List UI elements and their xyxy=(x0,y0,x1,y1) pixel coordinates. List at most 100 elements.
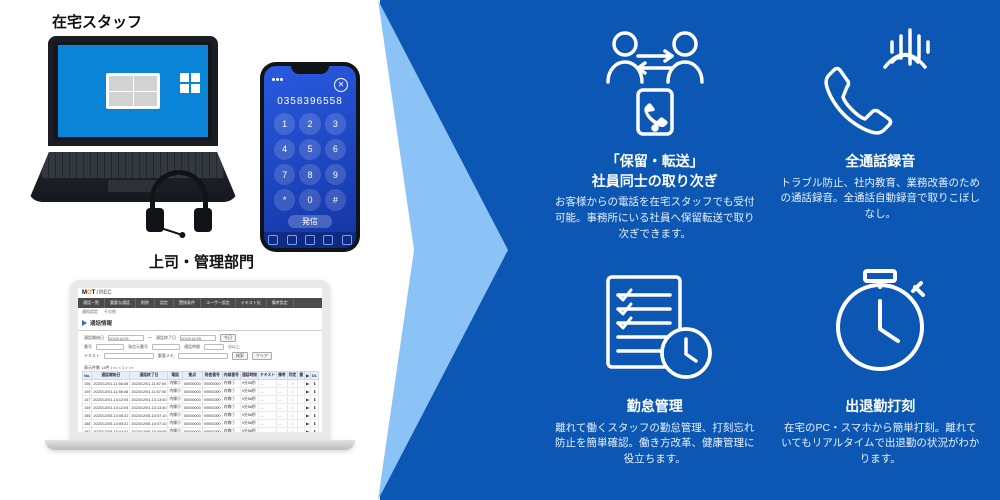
tab[interactable]: 備考設定 xyxy=(267,298,294,308)
phone-nav-icon[interactable] xyxy=(287,235,297,245)
location-label-staff-text: 在宅スタッフ xyxy=(52,11,142,32)
memo-input[interactable] xyxy=(178,353,228,359)
phone-key[interactable]: 6 xyxy=(325,139,346,160)
feature-title: 出退勤打刻 xyxy=(845,397,915,417)
phone-nav-icon[interactable] xyxy=(305,235,315,245)
tab[interactable]: テキスト化 xyxy=(236,298,267,308)
table-row[interactable]: 1092023/12/01-11:56:082023/12/01-11:57:0… xyxy=(83,388,319,396)
table-header[interactable]: 判定 xyxy=(287,372,298,380)
left-panel: 在宅スタッフ ✕ 0358396558 xyxy=(0,0,380,500)
phone-key[interactable]: * xyxy=(274,189,295,210)
table-header[interactable]: 備考 xyxy=(277,372,288,380)
feature-hold-transfer: 「保留・転送」社員同士の取り次ぎ お客様からの電話を在宅スタッフでも受付可能。事… xyxy=(555,12,755,243)
subtab[interactable]: その他 xyxy=(104,309,116,315)
feature-desc: 在宅のPC・スマホから簡単打刻。離れていてもリアルタイムで出退勤の状況がわかりま… xyxy=(781,421,981,468)
phone-call-button[interactable]: 発信 xyxy=(288,215,332,228)
phone-key[interactable]: 1 xyxy=(274,113,295,134)
table-header[interactable]: 通話終了日 xyxy=(130,372,168,380)
feature-desc: 離れて働くスタッフの勤怠管理、打刻忘れ防止を簡単確認。働き方改革、健康管理に役立… xyxy=(555,421,755,468)
today-button[interactable]: 今日 xyxy=(220,334,236,342)
table-header[interactable]: 拠点 xyxy=(182,372,202,380)
phone-key[interactable]: 8 xyxy=(299,164,320,185)
features-panel: 「保留・転送」社員同士の取り次ぎ お客様からの電話を在宅スタッフでも受付可能。事… xyxy=(380,0,1000,500)
recording-app: MOT/REC 通話一覧 重要な通話 削除 設定 置換条件 ユーザー設定 テキス… xyxy=(78,288,322,432)
table-row[interactable]: 1492023/12/01-13:12:042023/12/01-13:13:4… xyxy=(83,404,319,412)
feature-title: 「保留・転送」社員同士の取り次ぎ xyxy=(592,152,718,191)
table-header[interactable]: 電話 xyxy=(168,372,182,380)
phone-key[interactable]: 5 xyxy=(299,139,320,160)
phone-key[interactable]: 3 xyxy=(325,113,346,134)
table-row[interactable]: 1622023/12/08-15:44:012023/12/08-15:45:5… xyxy=(83,428,319,433)
manager-laptop: MOT/REC 通話一覧 重要な通話 削除 設定 置換条件 ユーザー設定 テキス… xyxy=(45,280,355,450)
laptop-desktop-wallpaper xyxy=(58,45,208,137)
search-button[interactable]: 検索 xyxy=(232,352,248,360)
phone-display-number: 0358396558 xyxy=(264,96,356,107)
location-label-manager-text: 上司・管理部門 xyxy=(149,251,254,272)
table-header[interactable]: 通話時間 xyxy=(240,372,258,380)
download-icon[interactable]: ⬇ xyxy=(311,396,319,404)
table-header[interactable]: 重 xyxy=(298,372,305,380)
phone-key[interactable]: 7 xyxy=(274,164,295,185)
phone-key[interactable]: 4 xyxy=(274,139,295,160)
headset-icon xyxy=(144,170,214,240)
tab[interactable]: 通話一覧 xyxy=(78,298,105,308)
table-header[interactable]: 発信番号 xyxy=(202,372,222,380)
table-header[interactable]: 通話開始日 xyxy=(92,372,130,380)
phone-bottom-nav xyxy=(264,232,356,248)
table-row[interactable]: 1552023/12/05-10:05:222023/12/05-10:07:1… xyxy=(83,412,319,420)
phone-key[interactable]: # xyxy=(325,189,346,210)
section-header: 通話情報 xyxy=(78,316,322,331)
feature-time-clock: 出退勤打刻 在宅のPC・スマホから簡単打刻。離れていてもリアルタイムで出退勤の状… xyxy=(781,257,981,488)
feature-call-recording: 全通話録音 トラブル防止、社内教育、業務改善のための通話録音。全通話自動録音で取… xyxy=(781,12,981,243)
phone-keypad: 1 2 3 4 5 6 7 8 9 * 0 # xyxy=(264,107,356,212)
table-header[interactable]: テキスト xyxy=(259,372,277,380)
map-pin-icon xyxy=(125,250,143,272)
caller-input[interactable] xyxy=(152,344,180,350)
app-main-tabs: 通話一覧 重要な通話 削除 設定 置換条件 ユーザー設定 テキスト化 備考設定 xyxy=(78,298,322,308)
phone-menu-dots-icon[interactable] xyxy=(272,78,284,92)
table-row[interactable]: 1472023/12/01-13:12:042023/12/01-13:13:4… xyxy=(83,396,319,404)
text-input[interactable] xyxy=(104,353,154,359)
download-icon[interactable]: ⬇ xyxy=(311,380,319,388)
table-header[interactable]: No. xyxy=(83,372,92,380)
call-recording-icon xyxy=(815,12,945,142)
clear-button[interactable]: クリア xyxy=(252,352,272,360)
table-row[interactable]: 1062023/12/01-11:56:082023/12/01-11:57:0… xyxy=(83,380,319,388)
phone-nav-icon[interactable] xyxy=(342,235,352,245)
app-sub-tabs: 通知設定 その他 xyxy=(78,308,322,316)
location-label-staff: 在宅スタッフ xyxy=(28,10,142,32)
softphone-device: ✕ 0358396558 1 2 3 4 5 6 7 8 9 * 0 # xyxy=(260,62,360,252)
app-logo: MOT/REC xyxy=(78,288,322,298)
tab[interactable]: 置換条件 xyxy=(174,298,201,308)
call-table: No.通話開始日通話終了日電話拠点発信番号内線番号通話時間テキスト備考判定重▶D… xyxy=(78,371,322,432)
location-label-manager: 上司・管理部門 xyxy=(125,250,254,272)
phone-nav-icon[interactable] xyxy=(323,235,333,245)
phone-nav-icon[interactable] xyxy=(268,235,278,245)
duration-input[interactable] xyxy=(204,344,224,350)
tab[interactable]: 設定 xyxy=(155,298,174,308)
phone-key[interactable]: 0 xyxy=(299,189,320,210)
download-icon[interactable]: ⬇ xyxy=(311,420,319,428)
table-header[interactable]: 内線番号 xyxy=(222,372,240,380)
phone-key[interactable]: 9 xyxy=(325,164,346,185)
laptop-app-window xyxy=(106,73,160,109)
tab[interactable]: 削除 xyxy=(136,298,155,308)
tab[interactable]: 重要な通話 xyxy=(105,298,136,308)
feature-desc: トラブル防止、社内教育、業務改善のための通話録音。全通話自動録音で取りこぼしなし… xyxy=(781,176,981,223)
download-icon[interactable]: ⬇ xyxy=(311,412,319,420)
date-from-input[interactable]: 2023/12/01 xyxy=(108,335,144,341)
download-icon[interactable]: ⬇ xyxy=(311,388,319,396)
date-to-input[interactable]: 2023/12/25 xyxy=(180,335,216,341)
table-row[interactable]: 1582023/12/05-10:05:222023/12/05-10:07:1… xyxy=(83,420,319,428)
download-icon[interactable]: ⬇ xyxy=(311,404,319,412)
phone-key[interactable]: 2 xyxy=(299,113,320,134)
triangle-icon xyxy=(82,320,87,326)
subtab[interactable]: 通知設定 xyxy=(82,309,98,315)
feature-desc: お客様からの電話を在宅スタッフでも受付可能。事務所にいる社員へ保留転送で取り次ぎ… xyxy=(555,195,755,242)
map-pin-icon xyxy=(28,10,46,32)
tab[interactable]: ユーザー設定 xyxy=(201,298,236,308)
download-icon[interactable]: ⬇ xyxy=(311,428,319,433)
phone-close-icon[interactable]: ✕ xyxy=(334,78,348,92)
table-header[interactable]: DL xyxy=(311,372,319,380)
number-input[interactable] xyxy=(96,344,124,350)
